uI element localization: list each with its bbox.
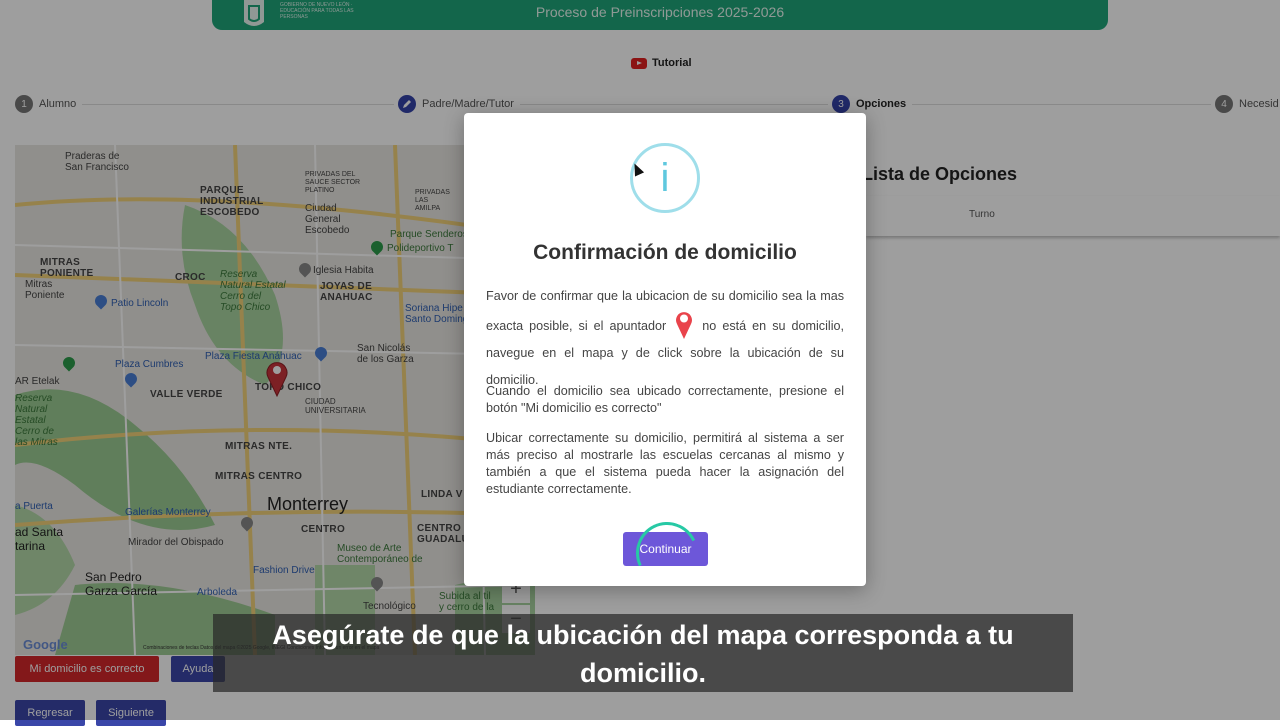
address-confirmation-dialog: i Confirmación de domicilio Favor de con…: [464, 113, 866, 593]
dialog-title: Confirmación de domicilio: [533, 241, 797, 264]
dialog-paragraph-1: Favor de confirmar que la ubicacion de s…: [486, 283, 844, 394]
dialog-paragraph-3: Ubicar correctamente su domicilio, permi…: [486, 431, 844, 496]
click-highlight-ring: [627, 513, 707, 593]
video-subtitle: Asegúrate de que la ubicación del mapa c…: [213, 614, 1073, 692]
info-icon: i: [630, 143, 700, 213]
dialog-paragraph-2: Cuando el domicilio sea ubicado correcta…: [486, 384, 844, 415]
pointer-marker-icon: [676, 312, 693, 339]
